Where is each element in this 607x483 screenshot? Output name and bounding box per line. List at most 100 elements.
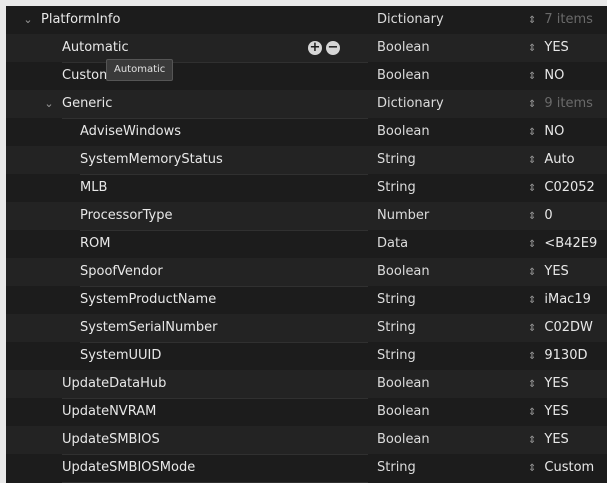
row-type[interactable]: Data [377, 230, 523, 258]
plist-row[interactable]: UpdateNVRAM Boolean ⇕ YES [6, 398, 607, 427]
up-down-arrows-icon[interactable]: ⇕ [528, 435, 536, 446]
value-text: C02DW [544, 320, 593, 335]
row-key[interactable]: PlatformInfo [41, 6, 368, 35]
row-value[interactable]: ⇕ <B42E9 [528, 230, 607, 258]
up-down-arrows-icon[interactable]: ⇕ [528, 71, 536, 82]
row-value[interactable]: ⇕ YES [528, 370, 607, 398]
row-key[interactable]: SystemProductName [80, 286, 368, 315]
up-down-arrows-icon[interactable]: ⇕ [528, 295, 536, 306]
plist-row[interactable]: AdviseWindows Boolean ⇕ NO [6, 118, 607, 147]
up-down-arrows-icon[interactable]: ⇕ [528, 43, 536, 54]
up-down-arrows-icon[interactable]: ⇕ [528, 407, 536, 418]
row-key[interactable]: SystemMemoryStatus [80, 146, 368, 175]
value-text: YES [544, 404, 569, 419]
row-key[interactable]: Generic [62, 90, 368, 119]
value-text: Custom [544, 460, 595, 475]
row-type[interactable]: Dictionary [377, 6, 523, 34]
plist-row[interactable]: Automatic + − Boolean ⇕ YES [6, 34, 607, 63]
row-type[interactable]: String [377, 342, 523, 370]
up-down-arrows-icon[interactable]: ⇕ [528, 351, 536, 362]
row-value[interactable]: ⇕ 9130D [528, 342, 607, 370]
row-key[interactable]: ROM [80, 230, 368, 259]
row-value[interactable]: ⇕ C02052 [528, 174, 607, 202]
row-type[interactable]: String [377, 286, 523, 314]
up-down-arrows-icon[interactable]: ⇕ [528, 15, 536, 26]
up-down-arrows-icon[interactable]: ⇕ [528, 379, 536, 390]
up-down-arrows-icon[interactable]: ⇕ [528, 463, 536, 474]
plist-row[interactable]: MLB String ⇕ C02052 [6, 174, 607, 203]
value-text: 9130D [544, 348, 588, 363]
up-down-arrows-icon[interactable]: ⇕ [528, 267, 536, 278]
value-text: C02052 [544, 180, 595, 195]
plist-row[interactable]: ⌄ PlatformInfo Dictionary ⇕ 7 items [6, 6, 607, 35]
plist-row[interactable]: SystemSerialNumber String ⇕ C02DW [6, 314, 607, 343]
up-down-arrows-icon[interactable]: ⇕ [528, 239, 536, 250]
row-key[interactable]: MLB [80, 174, 368, 203]
chevron-down-icon[interactable]: ⌄ [43, 90, 55, 118]
row-value[interactable]: ⇕ YES [528, 258, 607, 286]
plist-row[interactable]: ⌄ Generic Dictionary ⇕ 9 items [6, 90, 607, 119]
row-type[interactable]: Boolean [377, 34, 523, 62]
plist-row[interactable]: ProcessorType Number ⇕ 0 [6, 202, 607, 231]
plist-row[interactable]: SystemMemoryStatus String ⇕ Auto [6, 146, 607, 175]
row-value[interactable]: ⇕ iMac19 [528, 286, 607, 314]
row-type[interactable]: Boolean [377, 370, 523, 398]
value-text: 9 items [544, 96, 593, 111]
row-value[interactable]: ⇕ Auto [528, 146, 607, 174]
plist-row[interactable]: UpdateSMBIOS Boolean ⇕ YES [6, 426, 607, 455]
row-value[interactable]: ⇕ YES [528, 398, 607, 426]
row-type[interactable]: String [377, 454, 523, 482]
row-value[interactable]: ⇕ 9 items [528, 90, 607, 118]
row-value[interactable]: ⇕ 7 items [528, 6, 607, 34]
row-value[interactable]: ⇕ YES [528, 34, 607, 62]
value-text: NO [544, 68, 565, 83]
row-type[interactable]: String [377, 146, 523, 174]
value-text: <B42E9 [544, 236, 598, 251]
row-type[interactable]: String [377, 314, 523, 342]
row-value[interactable]: ⇕ NO [528, 62, 607, 90]
minus-circle-icon[interactable]: − [326, 41, 340, 55]
up-down-arrows-icon[interactable]: ⇕ [528, 99, 536, 110]
row-value[interactable]: ⇕ YES [528, 426, 607, 454]
up-down-arrows-icon[interactable]: ⇕ [528, 323, 536, 334]
plist-row[interactable]: SystemUUID String ⇕ 9130D [6, 342, 607, 371]
plist-row[interactable]: Custom Boolean ⇕ NO [6, 62, 607, 91]
row-type[interactable]: Boolean [377, 426, 523, 454]
row-type[interactable]: Boolean [377, 118, 523, 146]
value-text: Auto [544, 152, 575, 167]
up-down-arrows-icon[interactable]: ⇕ [528, 183, 536, 194]
plist-row[interactable]: SystemProductName String ⇕ iMac19 [6, 286, 607, 315]
plus-circle-icon[interactable]: + [308, 41, 322, 55]
up-down-arrows-icon[interactable]: ⇕ [528, 127, 536, 138]
row-key[interactable]: SpoofVendor [80, 258, 368, 287]
up-down-arrows-icon[interactable]: ⇕ [528, 155, 536, 166]
row-type[interactable]: Boolean [377, 258, 523, 286]
plist-row[interactable]: UpdateSMBIOSMode String ⇕ Custom [6, 454, 607, 483]
plist-row[interactable]: UpdateDataHub Boolean ⇕ YES [6, 370, 607, 399]
plist-row[interactable]: ROM Data ⇕ <B42E9 [6, 230, 607, 259]
row-key[interactable]: UpdateDataHub [62, 370, 368, 399]
plist-editor: ⌄ PlatformInfo Dictionary ⇕ 7 items Automatic… [6, 6, 607, 483]
plist-row[interactable]: SpoofVendor Boolean ⇕ YES [6, 258, 607, 287]
row-key[interactable]: SystemUUID [80, 342, 368, 371]
row-type[interactable]: Number [377, 202, 523, 230]
value-text: iMac19 [544, 292, 591, 307]
row-value[interactable]: ⇕ C02DW [528, 314, 607, 342]
row-key[interactable]: UpdateNVRAM [62, 398, 368, 427]
row-key[interactable]: UpdateSMBIOSMode [62, 454, 368, 483]
row-value[interactable]: ⇕ Custom [528, 454, 607, 482]
row-key[interactable]: UpdateSMBIOS [62, 426, 368, 455]
value-text: NO [544, 124, 565, 139]
row-value[interactable]: ⇕ 0 [528, 202, 607, 230]
up-down-arrows-icon[interactable]: ⇕ [528, 211, 536, 222]
value-text: YES [544, 264, 569, 279]
chevron-down-icon[interactable]: ⌄ [22, 6, 34, 34]
row-key[interactable]: ProcessorType [80, 202, 368, 231]
row-type[interactable]: Boolean [377, 398, 523, 426]
row-type[interactable]: Boolean [377, 62, 523, 90]
row-key[interactable]: SystemSerialNumber [80, 314, 368, 343]
row-value[interactable]: ⇕ NO [528, 118, 607, 146]
row-key[interactable]: AdviseWindows [80, 118, 368, 147]
row-type[interactable]: String [377, 174, 523, 202]
row-type[interactable]: Dictionary [377, 90, 523, 118]
